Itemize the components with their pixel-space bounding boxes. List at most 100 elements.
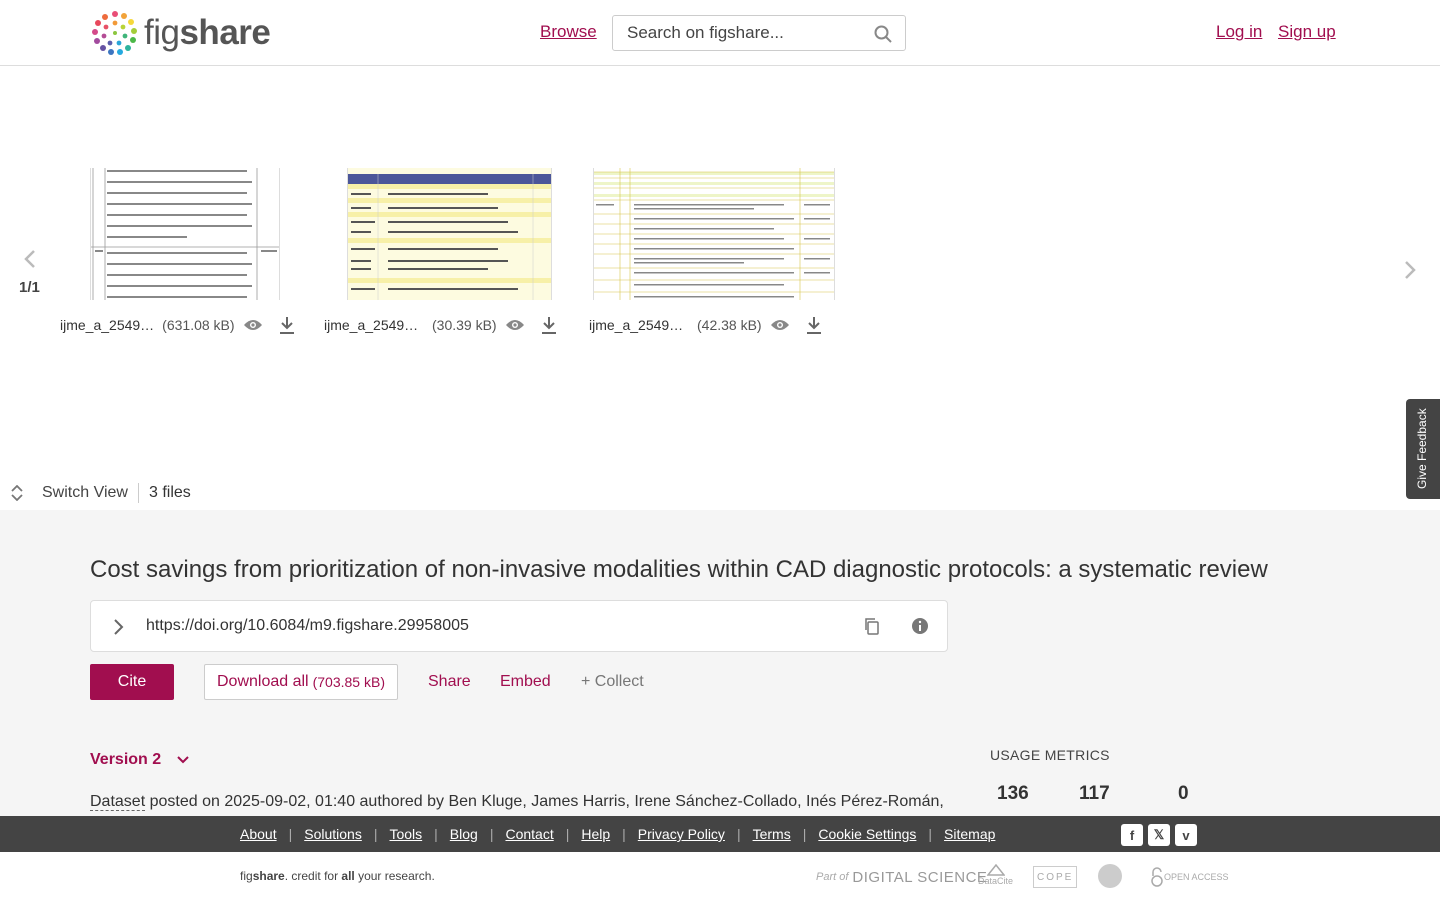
file-name[interactable]: ijme_a_25496… bbox=[324, 317, 424, 333]
wordmark-fig: fig bbox=[144, 13, 180, 52]
cite-button[interactable]: Cite bbox=[90, 664, 174, 700]
open-access-lock-icon bbox=[1151, 867, 1163, 887]
download-icon[interactable] bbox=[541, 316, 557, 334]
file-size: (42.38 kB) bbox=[697, 317, 762, 333]
digital-science-logo[interactable]: Part of DIGITAL SCIENCE bbox=[816, 864, 987, 890]
metric-value: 0 bbox=[1178, 783, 1189, 804]
login-link[interactable]: Log in bbox=[1216, 22, 1262, 42]
site-header: figshare Browse Log in Sign up bbox=[0, 0, 1440, 66]
preview-eye-icon[interactable] bbox=[505, 317, 525, 333]
give-feedback-tab[interactable]: Give Feedback bbox=[1406, 399, 1440, 499]
credit-all: all bbox=[341, 869, 355, 883]
file-size: (30.39 kB) bbox=[432, 317, 497, 333]
footer-link-sitemap[interactable]: Sitemap bbox=[944, 826, 995, 842]
cope-logo[interactable]: COPE bbox=[1033, 866, 1078, 888]
doi-link[interactable]: https://doi.org/10.6084/m9.figshare.2995… bbox=[146, 617, 469, 635]
file-thumbnail-3[interactable] bbox=[593, 168, 835, 300]
chevron-down-icon bbox=[177, 756, 189, 764]
part-of-label: Part of bbox=[816, 871, 849, 883]
credit-end: your research. bbox=[354, 869, 435, 883]
open-access-label: OPEN ACCESS bbox=[1164, 872, 1229, 882]
vimeo-icon[interactable]: v bbox=[1175, 824, 1197, 846]
footer-nav: About | Solutions | Tools | Blog | Contact | … bbox=[240, 826, 995, 842]
footer-link-cookie-settings[interactable]: Cookie Settings bbox=[818, 826, 916, 842]
x-icon[interactable]: 𝕏 bbox=[1148, 824, 1170, 846]
footer-links-bar: About | Solutions | Tools | Blog | Contact | … bbox=[0, 816, 1440, 852]
download-all-label: Download all bbox=[217, 673, 309, 690]
divider bbox=[137, 483, 139, 503]
file-preview-image bbox=[348, 168, 551, 300]
datacite-logo[interactable]: DataCite bbox=[978, 864, 1013, 890]
file-thumbnail-2[interactable] bbox=[347, 168, 552, 300]
file-viewer: 1/1 ijme_a_2549… (631.08 kB) ijme_a_2549… bbox=[0, 66, 1440, 510]
embed-button[interactable]: Embed bbox=[500, 673, 551, 691]
digital-science-label: DIGITAL SCIENCE bbox=[852, 868, 988, 886]
browse-link[interactable]: Browse bbox=[540, 22, 597, 42]
next-page-icon[interactable] bbox=[1400, 259, 1422, 281]
metric-value: 117 bbox=[1079, 783, 1110, 804]
footer-link-privacy-policy[interactable]: Privacy Policy bbox=[638, 826, 725, 842]
download-all-size: (703.85 kB) bbox=[312, 674, 385, 690]
footer-credits: figshare. credit for all your research. … bbox=[0, 852, 1440, 900]
info-icon[interactable] bbox=[911, 617, 929, 635]
search-icon[interactable] bbox=[873, 24, 893, 44]
file-size: (631.08 kB) bbox=[162, 317, 235, 333]
separator: | bbox=[802, 826, 807, 842]
footer-link-solutions[interactable]: Solutions bbox=[304, 826, 362, 842]
download-all-button[interactable]: Download all (703.85 kB) bbox=[204, 664, 398, 700]
file-thumbnail-1[interactable] bbox=[90, 168, 280, 300]
credit-mid: . credit for bbox=[284, 869, 342, 883]
seal-logo-icon[interactable] bbox=[1098, 864, 1122, 888]
file-preview-image bbox=[594, 168, 834, 300]
credit-fig: fig bbox=[240, 869, 253, 883]
item-type[interactable]: Dataset bbox=[90, 793, 146, 811]
file-item: ijme_a_25496… (42.38 kB) bbox=[589, 314, 822, 336]
chevron-right-icon[interactable] bbox=[111, 618, 125, 636]
switch-view-bar: Switch View 3 files bbox=[10, 483, 191, 503]
collect-button[interactable]: + Collect bbox=[581, 673, 644, 691]
credit-line: figshare. credit for all your research. bbox=[240, 869, 435, 883]
switch-view-button[interactable]: Switch View bbox=[42, 484, 128, 502]
usage-metrics-label: USAGE METRICS bbox=[990, 747, 1110, 763]
separator: | bbox=[489, 826, 494, 842]
file-item: ijme_a_2549… (631.08 kB) bbox=[60, 314, 295, 336]
file-preview-image bbox=[91, 168, 279, 300]
footer-link-tools[interactable]: Tools bbox=[389, 826, 422, 842]
file-item: ijme_a_25496… (30.39 kB) bbox=[324, 314, 557, 336]
previous-page-icon[interactable] bbox=[20, 248, 42, 270]
datacite-label: DataCite bbox=[978, 876, 1014, 886]
separator: | bbox=[622, 826, 626, 842]
expand-collapse-icon[interactable] bbox=[10, 485, 24, 501]
separator: | bbox=[565, 826, 570, 842]
separator: | bbox=[928, 826, 933, 842]
footer-link-about[interactable]: About bbox=[240, 826, 277, 842]
figshare-wordmark: figshare bbox=[144, 13, 271, 53]
download-icon[interactable] bbox=[279, 316, 295, 334]
preview-eye-icon[interactable] bbox=[243, 317, 263, 333]
item-details: Cost savings from prioritization of non-… bbox=[0, 510, 1440, 816]
footer-link-terms[interactable]: Terms bbox=[753, 826, 791, 842]
copy-icon[interactable] bbox=[863, 617, 881, 635]
version-selector[interactable]: Version 2 bbox=[90, 751, 189, 769]
wordmark-share: share bbox=[179, 13, 271, 52]
item-title: Cost savings from prioritization of non-… bbox=[90, 556, 1268, 583]
footer-link-blog[interactable]: Blog bbox=[450, 826, 478, 842]
footer-link-contact[interactable]: Contact bbox=[505, 826, 553, 842]
preview-eye-icon[interactable] bbox=[770, 317, 790, 333]
give-feedback-label: Give Feedback bbox=[1415, 408, 1429, 489]
figshare-logo[interactable]: figshare bbox=[90, 8, 271, 58]
credit-share: share bbox=[252, 869, 285, 883]
file-name[interactable]: ijme_a_25496… bbox=[589, 317, 689, 333]
separator: | bbox=[288, 826, 293, 842]
share-button[interactable]: Share bbox=[428, 673, 471, 691]
signup-link[interactable]: Sign up bbox=[1278, 22, 1336, 42]
download-icon[interactable] bbox=[806, 316, 822, 334]
file-name[interactable]: ijme_a_2549… bbox=[60, 317, 154, 333]
open-access-logo[interactable]: OPEN ACCESS bbox=[1150, 864, 1229, 890]
footer-link-help[interactable]: Help bbox=[581, 826, 610, 842]
figshare-logo-mark-icon bbox=[92, 11, 137, 55]
facebook-icon[interactable]: f bbox=[1121, 824, 1143, 846]
version-label: Version 2 bbox=[90, 751, 162, 768]
page-counter: 1/1 bbox=[19, 279, 40, 296]
search-input[interactable] bbox=[613, 16, 853, 50]
